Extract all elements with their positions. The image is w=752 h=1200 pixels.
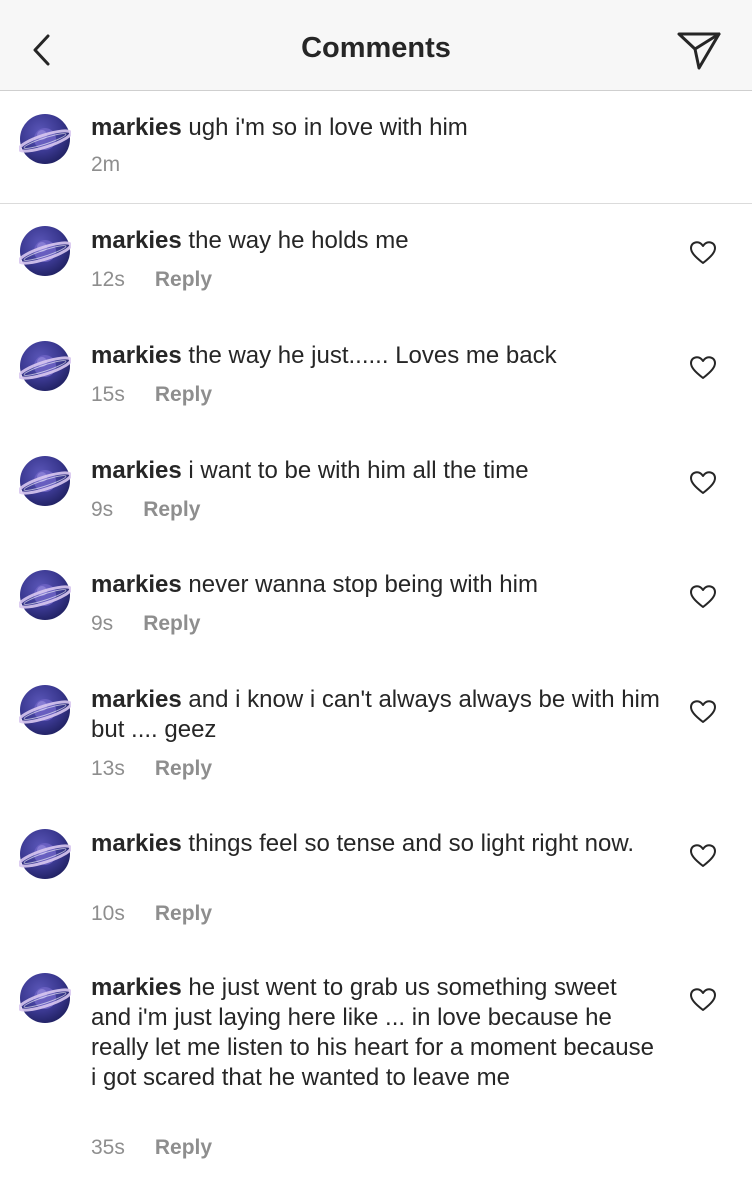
timestamp: 13s [91, 757, 125, 780]
username[interactable]: markies [91, 830, 182, 857]
avatar[interactable] [19, 828, 71, 880]
reply-button[interactable]: Reply [155, 757, 212, 780]
heart-icon[interactable] [690, 585, 716, 609]
avatar[interactable] [19, 684, 71, 736]
comment-meta: 15s Reply [91, 383, 212, 407]
heart-icon[interactable] [690, 988, 716, 1012]
comment-meta: 12s Reply [91, 268, 212, 292]
avatar[interactable] [19, 113, 71, 165]
avatar[interactable] [19, 340, 71, 392]
comment-text: markies i want to be with him all the ti… [91, 456, 661, 486]
username[interactable]: markies [91, 227, 182, 254]
comment-meta: 35s Reply [91, 1136, 212, 1160]
timestamp: 35s [91, 1136, 125, 1159]
comment-body: i want to be with him all the time [188, 457, 529, 484]
page-title: Comments [301, 32, 451, 64]
username[interactable]: markies [91, 571, 182, 598]
heart-icon[interactable] [690, 844, 716, 868]
comment-meta: 2m [91, 153, 120, 177]
reply-button[interactable]: Reply [155, 902, 212, 925]
comment-body: the way he holds me [188, 227, 409, 254]
reply-button[interactable]: Reply [155, 1136, 212, 1159]
reply-button[interactable]: Reply [155, 268, 212, 291]
comment-text: markies the way he holds me [91, 226, 661, 256]
username[interactable]: markies [91, 686, 182, 713]
username[interactable]: markies [91, 457, 182, 484]
comment-body: things feel so tense and so light right … [188, 830, 635, 857]
comment-meta: 10s Reply [91, 902, 212, 926]
timestamp: 9s [91, 498, 114, 521]
reply-button[interactable]: Reply [143, 498, 200, 521]
heart-icon[interactable] [690, 241, 716, 265]
timestamp: 9s [91, 612, 114, 635]
heart-icon[interactable] [690, 700, 716, 724]
reply-button[interactable]: Reply [155, 383, 212, 406]
caption-text: markies ugh i'm so in love with him [91, 113, 661, 143]
avatar[interactable] [19, 569, 71, 621]
username[interactable]: markies [91, 114, 182, 141]
comment-text: markies things feel so tense and so ligh… [91, 829, 661, 859]
share-button[interactable] [676, 28, 722, 72]
comment-text: markies the way he just...... Loves me b… [91, 341, 661, 371]
paper-plane-icon [677, 32, 721, 70]
timestamp: 10s [91, 902, 125, 925]
comment-body: the way he just...... Loves me back [188, 342, 557, 369]
comment-meta: 9s Reply [91, 498, 200, 522]
header-bar: Comments [0, 0, 752, 91]
comment-text: markies and i know i can't always always… [91, 685, 661, 745]
comment-text: markies never wanna stop being with him [91, 570, 661, 600]
timestamp: 2m [91, 153, 121, 176]
avatar[interactable] [19, 455, 71, 507]
heart-icon[interactable] [690, 471, 716, 495]
heart-icon[interactable] [690, 356, 716, 380]
caption: markies ugh i'm so in love with him 2m [0, 91, 752, 204]
comment-meta: 13s Reply [91, 757, 212, 781]
comment-body: ugh i'm so in love with him [188, 114, 468, 141]
avatar[interactable] [19, 225, 71, 277]
timestamp: 15s [91, 383, 125, 406]
username[interactable]: markies [91, 342, 182, 369]
comment-text: markies he just went to grab us somethin… [91, 973, 661, 1093]
comment-body: never wanna stop being with him [188, 571, 538, 598]
avatar[interactable] [19, 972, 71, 1024]
timestamp: 12s [91, 268, 125, 291]
comment-meta: 9s Reply [91, 612, 200, 636]
reply-button[interactable]: Reply [143, 612, 200, 635]
username[interactable]: markies [91, 974, 182, 1001]
